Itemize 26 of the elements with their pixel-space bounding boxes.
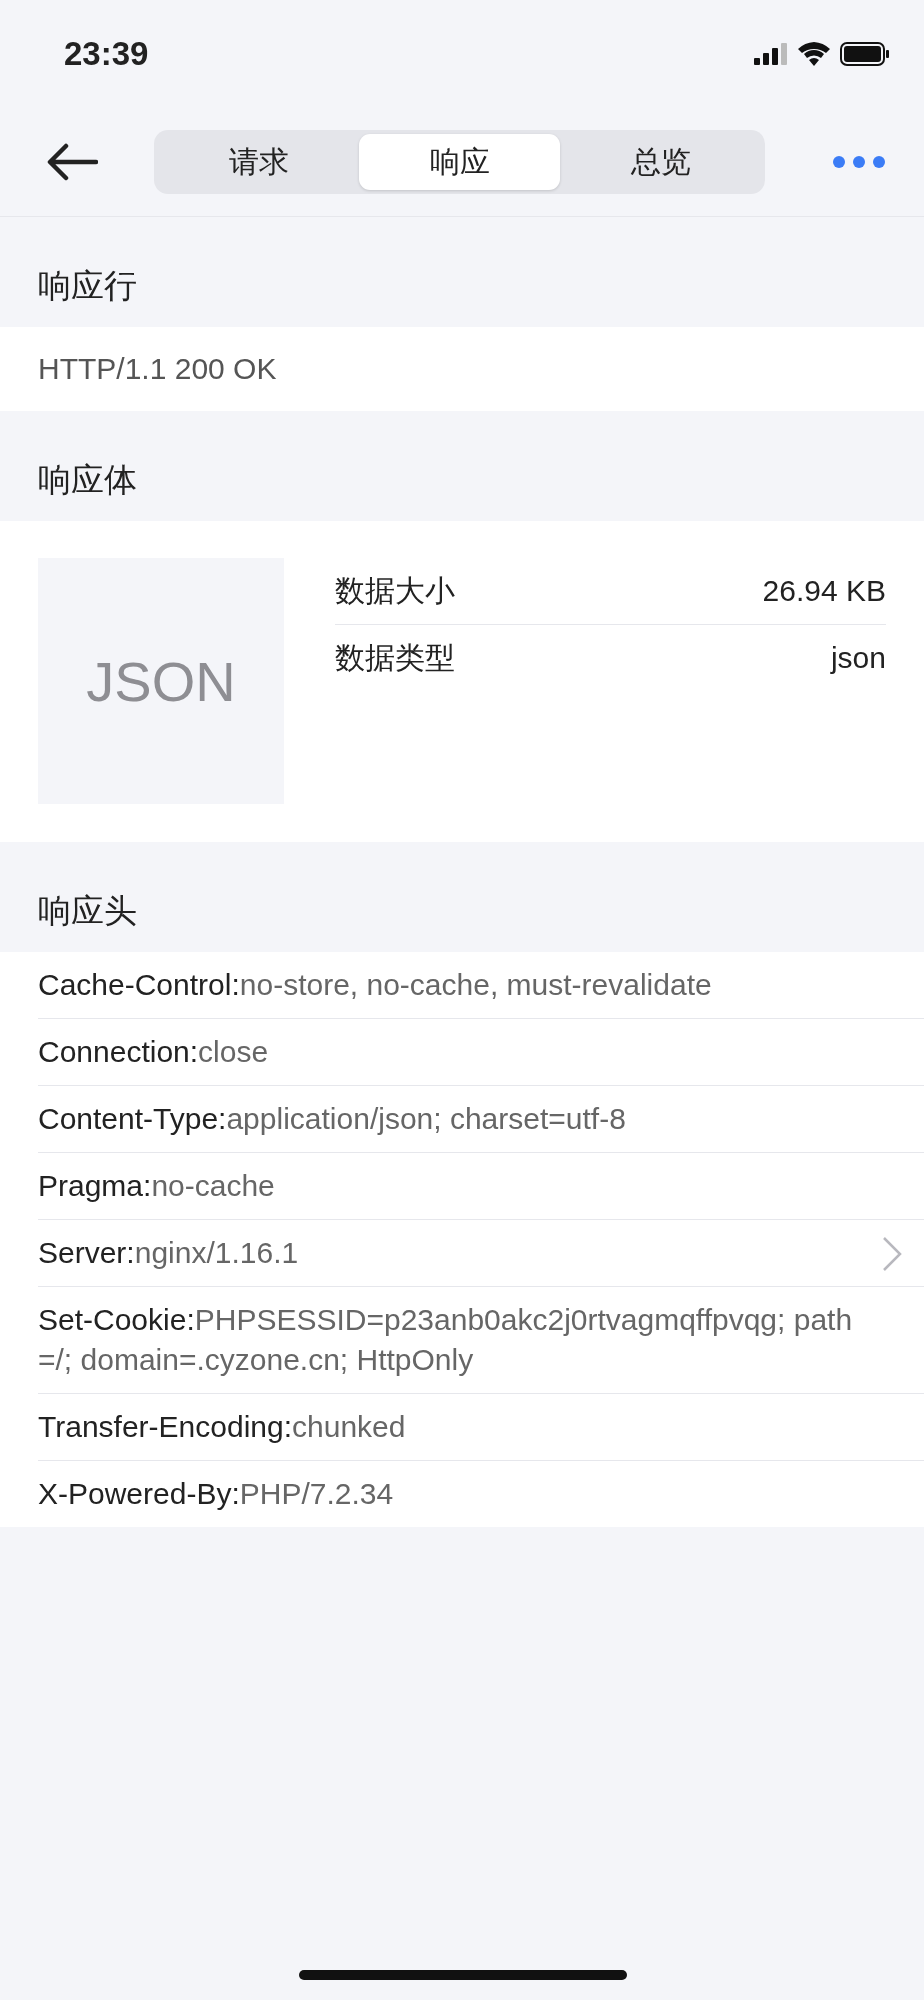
info-label: 数据类型 <box>335 639 455 676</box>
wifi-icon <box>798 42 830 66</box>
status-line: HTTP/1.1 200 OK <box>38 352 277 386</box>
signal-icon <box>754 43 788 65</box>
back-arrow-icon[interactable] <box>46 142 98 182</box>
info-value: 26.94 KB <box>762 574 886 608</box>
section-title: 响应头 <box>38 891 137 931</box>
header-entry: Server:nginx/1.16.1 <box>38 1236 299 1269</box>
more-icon[interactable] <box>832 155 886 169</box>
status-time: 23:39 <box>64 35 149 73</box>
section-title: 响应行 <box>38 266 137 306</box>
tab[interactable]: 总览 <box>560 134 761 190</box>
header-entry: Pragma:no-cache <box>38 1169 275 1202</box>
header-entry: Connection:close <box>38 1035 269 1068</box>
tab[interactable]: 响应 <box>359 134 560 190</box>
info-value: json <box>830 641 886 675</box>
header-entry: Transfer-Encoding:chunked <box>38 1410 406 1443</box>
info-label: 数据大小 <box>335 572 455 609</box>
chevron-icon[interactable] <box>882 1236 902 1272</box>
battery-icon <box>840 42 890 66</box>
header-entry: Content-Type:application/json; charset=utf-8 <box>38 1102 626 1135</box>
header-entry: Set-Cookie:PHPSESSID=p23anb0akc2j0rtvagmqffpvqg; path=/; domain=.cyzone.cn; HttpOnly <box>38 1303 853 1376</box>
tab[interactable]: 请求 <box>158 134 359 190</box>
header-entry: X-Powered-By:PHP/7.2.34 <box>38 1477 394 1510</box>
header-entry: Cache-Control:no-store, no-cache, must-revalidate <box>38 968 712 1001</box>
section-title: 响应体 <box>38 460 137 500</box>
